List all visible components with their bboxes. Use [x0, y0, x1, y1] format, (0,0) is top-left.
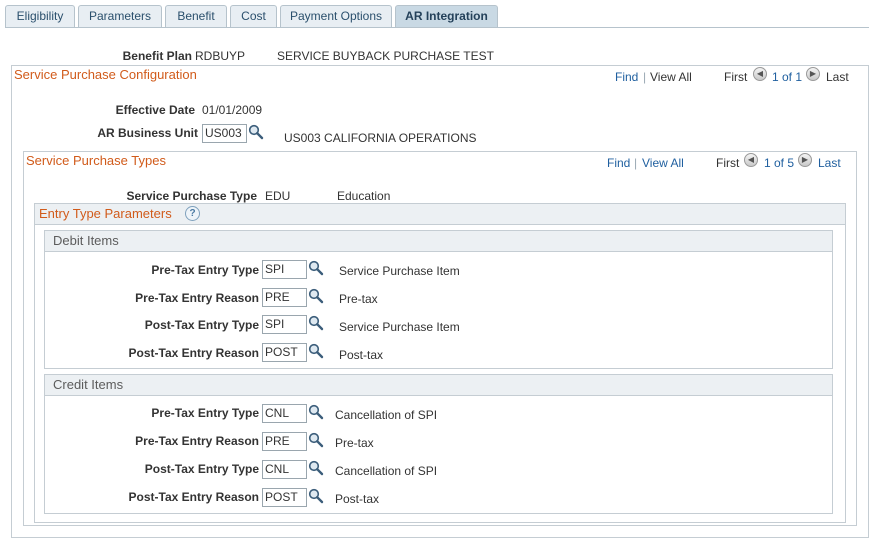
tab-eligibility[interactable]: Eligibility [5, 5, 75, 28]
debit-post-tax-entry-reason-label: Post-Tax Entry Reason [128, 346, 259, 360]
credit-post-tax-entry-type-input[interactable]: CNL [262, 460, 307, 479]
credit-pre-tax-entry-type-desc: Cancellation of SPI [335, 408, 438, 422]
service-purchase-types-title: Service Purchase Types [26, 153, 166, 168]
effective-date-label: Effective Date [115, 103, 195, 117]
tab-payment-options[interactable]: Payment Options [280, 5, 392, 28]
service-purchase-config-title: Service Purchase Configuration [14, 67, 197, 82]
tab-cost[interactable]: Cost [230, 5, 277, 28]
credit-pre-tax-entry-reason-desc: Pre-tax [335, 436, 374, 450]
ar-business-unit-desc: US003 CALIFORNIA OPERATIONS [284, 131, 477, 145]
credit-post-tax-entry-type-search-icon[interactable] [308, 460, 324, 476]
credit-post-tax-entry-reason-search-icon[interactable] [308, 488, 324, 504]
config-first-label: First [724, 70, 748, 84]
debit-items-header: Debit Items [44, 230, 833, 252]
debit-pre-tax-entry-type-desc: Service Purchase Item [339, 264, 460, 278]
credit-pre-tax-entry-reason-search-icon[interactable] [308, 432, 324, 448]
debit-pre-tax-entry-type-search-icon[interactable] [308, 260, 324, 276]
types-counter: 1 of 5 [764, 156, 795, 170]
credit-items-title: Credit Items [53, 377, 124, 392]
credit-items-header: Credit Items [44, 374, 833, 396]
debit-post-tax-entry-type-input[interactable]: SPI [262, 315, 307, 334]
types-find-link[interactable]: Find [607, 156, 630, 170]
help-icon[interactable]: ? [185, 206, 200, 221]
types-last-link[interactable]: Last [818, 156, 841, 170]
credit-pre-tax-entry-type-search-icon[interactable] [308, 404, 324, 420]
config-next-icon[interactable]: ▶ [806, 67, 820, 81]
tab-benefit[interactable]: Benefit [165, 5, 227, 28]
tab-ar-integration[interactable]: AR Integration [395, 5, 498, 28]
debit-post-tax-entry-reason-input[interactable]: POST [262, 343, 307, 362]
tab-parameters[interactable]: Parameters [78, 5, 162, 28]
credit-post-tax-entry-reason-desc: Post-tax [335, 492, 380, 506]
ar-business-unit-input[interactable]: US003 [202, 124, 247, 143]
entry-type-parameters-header: Entry Type Parameters [34, 203, 846, 225]
debit-post-tax-entry-type-label: Post-Tax Entry Type [144, 318, 259, 332]
types-nav-sep: | [634, 156, 638, 170]
config-view-all-link[interactable]: View All [650, 70, 692, 84]
debit-pre-tax-entry-reason-label: Pre-Tax Entry Reason [135, 291, 259, 305]
config-last-label: Last [826, 70, 849, 84]
debit-pre-tax-entry-type-input[interactable]: SPI [262, 260, 307, 279]
entry-type-parameters-title: Entry Type Parameters [39, 206, 172, 221]
credit-pre-tax-entry-type-label: Pre-Tax Entry Type [151, 406, 259, 420]
debit-items-title: Debit Items [53, 233, 119, 248]
service-purchase-type-desc: Education [337, 189, 391, 203]
benefit-plan-code: RDBUYP [195, 49, 246, 63]
types-next-icon[interactable]: ▶ [798, 153, 812, 167]
ar-business-unit-search-icon[interactable] [248, 124, 264, 140]
types-prev-icon[interactable]: ◀ [744, 153, 758, 167]
debit-pre-tax-entry-type-label: Pre-Tax Entry Type [151, 263, 259, 277]
effective-date-value: 01/01/2009 [202, 103, 263, 117]
credit-post-tax-entry-reason-label: Post-Tax Entry Reason [128, 490, 259, 504]
debit-post-tax-entry-type-desc: Service Purchase Item [339, 320, 460, 334]
tab-divider [5, 27, 869, 28]
credit-pre-tax-entry-type-input[interactable]: CNL [262, 404, 307, 423]
config-prev-icon[interactable]: ◀ [753, 67, 767, 81]
service-purchase-type-label: Service Purchase Type [126, 189, 257, 203]
types-view-all-link[interactable]: View All [642, 156, 684, 170]
debit-pre-tax-entry-reason-input[interactable]: PRE [262, 288, 307, 307]
debit-post-tax-entry-reason-desc: Post-tax [339, 348, 384, 362]
config-nav-sep: | [643, 70, 647, 84]
debit-post-tax-entry-type-search-icon[interactable] [308, 315, 324, 331]
benefit-plan-label: Benefit Plan [122, 49, 192, 63]
config-find-link[interactable]: Find [615, 70, 638, 84]
config-counter: 1 of 1 [772, 70, 803, 84]
benefit-plan-desc: SERVICE BUYBACK PURCHASE TEST [277, 49, 494, 63]
credit-post-tax-entry-reason-input[interactable]: POST [262, 488, 307, 507]
service-purchase-type-code: EDU [265, 189, 291, 203]
debit-pre-tax-entry-reason-search-icon[interactable] [308, 288, 324, 304]
credit-post-tax-entry-type-label: Post-Tax Entry Type [144, 462, 259, 476]
debit-post-tax-entry-reason-search-icon[interactable] [308, 343, 324, 359]
types-first-label: First [716, 156, 740, 170]
credit-post-tax-entry-type-desc: Cancellation of SPI [335, 464, 438, 478]
ar-business-unit-label: AR Business Unit [97, 126, 198, 140]
credit-pre-tax-entry-reason-label: Pre-Tax Entry Reason [135, 434, 259, 448]
debit-pre-tax-entry-reason-desc: Pre-tax [339, 292, 378, 306]
credit-pre-tax-entry-reason-input[interactable]: PRE [262, 432, 307, 451]
